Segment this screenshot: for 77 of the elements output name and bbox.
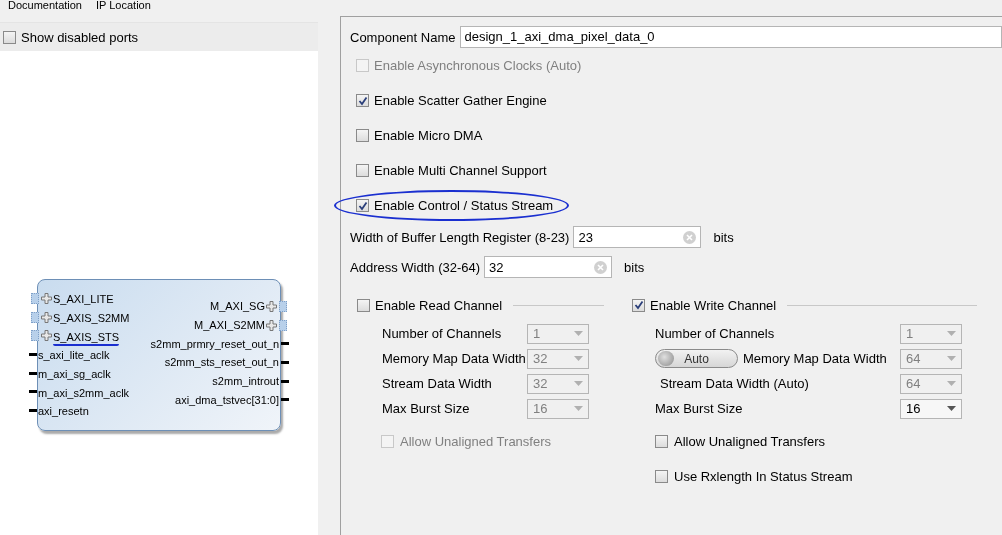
toolbar-link[interactable]: IP Location — [96, 0, 151, 10]
checkbox[interactable] — [632, 298, 645, 312]
checkbox[interactable] — [655, 470, 668, 483]
port-label: axi_dma_tstvec[31:0] — [175, 393, 279, 406]
port-label: s2mm_introut — [212, 375, 279, 388]
group-label: Enable Read Channel — [375, 297, 503, 313]
checkbox-label: Show disabled ports — [21, 29, 139, 45]
field-value: 32 — [489, 259, 504, 275]
plus-icon — [41, 292, 52, 304]
field-label: Memory Map Data Width — [382, 351, 527, 366]
toolbar-link[interactable]: Documentation — [8, 0, 82, 10]
bus-connector-icon — [31, 330, 39, 342]
checkbox[interactable] — [357, 298, 370, 312]
port-label: m_axi_s2mm_aclk — [38, 385, 130, 401]
caret-icon — [574, 331, 583, 336]
port-label: M_AXI_SG — [209, 300, 265, 313]
caret-icon — [947, 356, 956, 361]
caret-icon — [947, 331, 956, 336]
field-label: Address Width (32-64) — [350, 259, 481, 275]
field-label: Stream Data Width — [382, 376, 493, 391]
port-label: S_AXIS_S2MM — [53, 311, 130, 327]
field-label: Max Burst Size — [382, 401, 471, 416]
checkbox[interactable] — [356, 94, 369, 107]
bus-connector-icon — [31, 292, 39, 304]
checkbox[interactable] — [655, 435, 668, 448]
unit-label: bits — [713, 229, 734, 245]
port-label: S_AXIS_STS — [53, 329, 120, 346]
caret-icon — [947, 406, 956, 411]
port-label: s_axi_lite_aclk — [38, 348, 110, 364]
caret-icon — [947, 381, 956, 386]
field-label: Memory Map Data Width — [743, 351, 888, 366]
checkbox-label: Enable Asynchronous Clocks (Auto) — [374, 58, 582, 73]
caret-icon — [574, 381, 583, 386]
plus-icon — [41, 311, 52, 323]
plus-icon — [266, 300, 277, 312]
checkbox[interactable] — [356, 129, 369, 142]
check-icon — [633, 300, 644, 310]
clear-icon — [594, 260, 608, 274]
port-label: s2mm_prmry_reset_out_n — [150, 337, 279, 350]
port-label: m_axi_sg_aclk — [38, 367, 111, 383]
clear-icon — [683, 230, 697, 244]
text-field[interactable]: 32 — [484, 256, 613, 278]
dropdown[interactable]: 16 — [900, 398, 962, 419]
field-label: Component Name — [350, 29, 456, 45]
checkbox-label: Allow Unaligned Transfers — [400, 434, 552, 449]
port-label: s2mm_sts_reset_out_n — [164, 356, 279, 369]
port-label: M_AXI_S2MM — [194, 319, 265, 332]
field-label: Stream Data Width (Auto) — [659, 376, 810, 391]
check-icon — [357, 200, 368, 211]
checkbox[interactable] — [356, 164, 369, 177]
field-label: Number of Channels — [382, 326, 503, 341]
caret-icon — [574, 406, 583, 411]
field-label: Width of Buffer Length Register (8-23) — [350, 229, 570, 245]
checkbox-label: Enable Control / Status Stream — [374, 198, 554, 213]
bus-connector-icon — [279, 319, 287, 331]
checkbox[interactable] — [3, 30, 16, 44]
plus-icon — [41, 330, 52, 342]
component-name-field[interactable]: design_1_axi_dma_pixel_data_0 — [459, 26, 1002, 48]
checkbox[interactable] — [356, 199, 369, 212]
field-label: Number of Channels — [655, 326, 776, 341]
caret-icon — [574, 356, 583, 361]
plus-icon — [266, 319, 277, 331]
bus-connector-icon — [279, 300, 287, 312]
port-label: S_AXI_LITE — [53, 292, 114, 308]
checkbox-label: Enable Multi Channel Support — [374, 163, 547, 178]
field-label: Max Burst Size — [655, 401, 744, 416]
checkbox-label: Enable Scatter Gather Engine — [374, 93, 547, 108]
bus-connector-icon — [31, 311, 39, 323]
field-value: 23 — [578, 229, 593, 245]
checkbox-label: Allow Unaligned Transfers — [674, 434, 826, 449]
unit-label: bits — [624, 259, 645, 275]
group-label: Enable Write Channel — [650, 297, 777, 313]
check-icon — [357, 95, 368, 106]
text-field[interactable]: 23 — [573, 226, 702, 248]
checkbox-label: Enable Micro DMA — [374, 128, 483, 143]
checkbox-label: Use Rxlength In Status Stream — [674, 469, 853, 484]
port-label: axi_resetn — [38, 404, 89, 420]
